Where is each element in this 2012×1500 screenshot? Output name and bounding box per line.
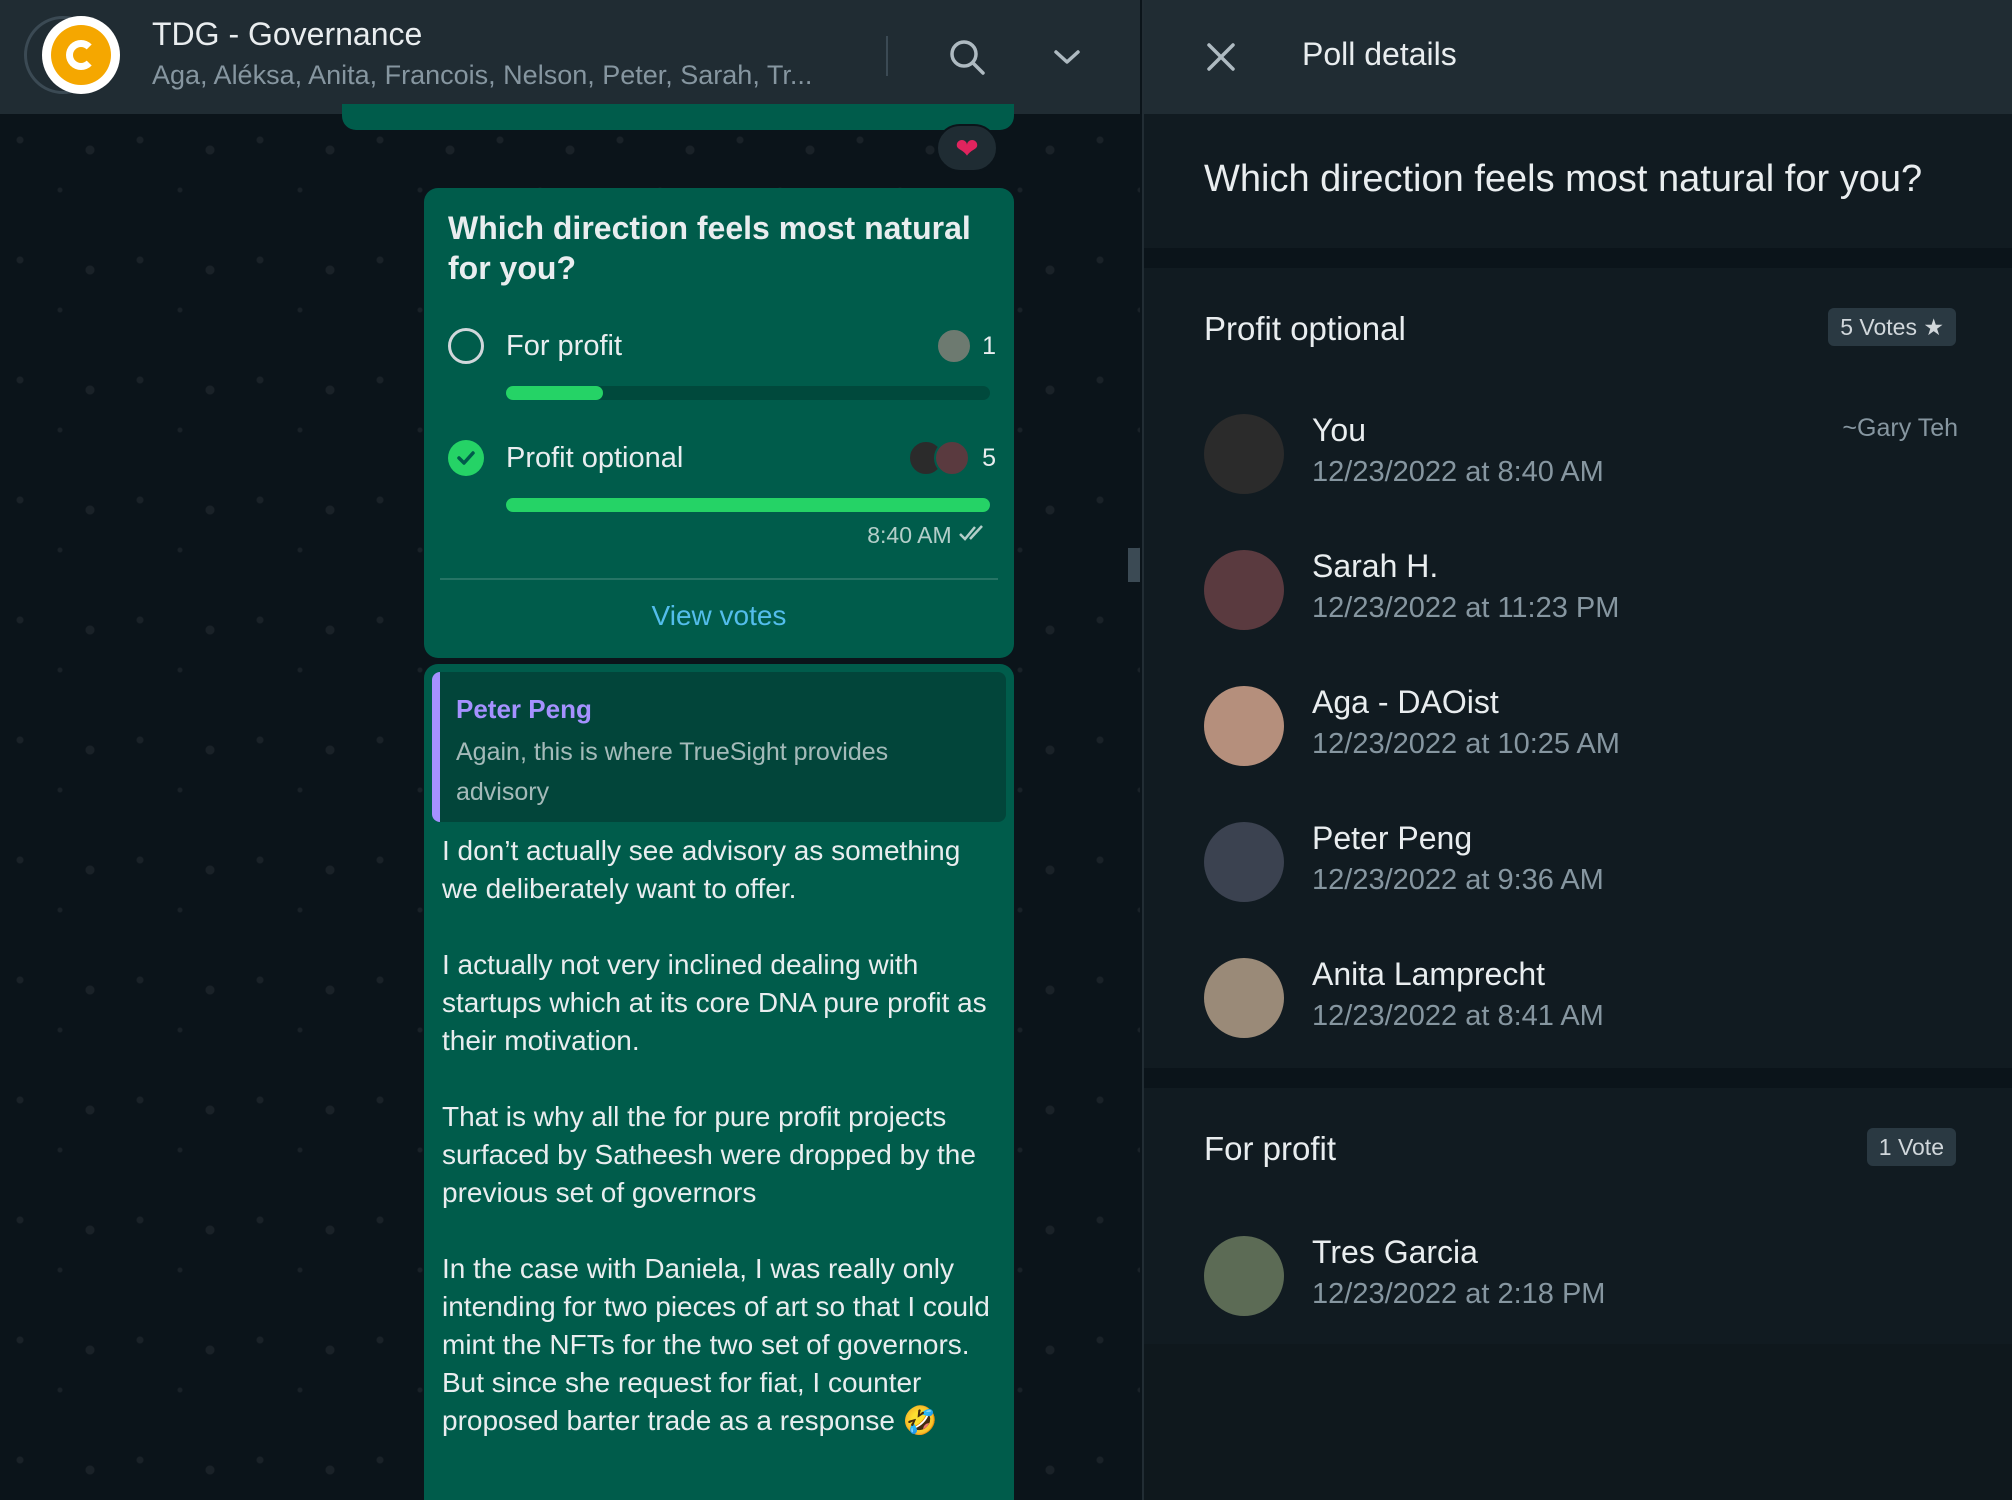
vote-section-for-profit: For profit 1 Vote Tres Garcia 12/23/2022… bbox=[1144, 1088, 2012, 1344]
vote-time: 12/23/2022 at 11:23 PM bbox=[1312, 592, 1620, 624]
radio-unchecked-icon[interactable] bbox=[448, 328, 484, 364]
heart-reaction-icon[interactable]: ❤ bbox=[936, 124, 998, 172]
vote-time: 12/23/2022 at 8:40 AM bbox=[1312, 456, 1604, 488]
avatar bbox=[1204, 822, 1284, 902]
double-check-icon bbox=[958, 522, 990, 548]
avatar bbox=[1204, 1236, 1284, 1316]
message-body: I don’t actually see advisory as somethi… bbox=[442, 832, 1002, 1478]
poll-option-bar bbox=[506, 386, 990, 400]
poll-divider bbox=[440, 578, 998, 580]
vote-count-badge: 1 Vote bbox=[1866, 1128, 1956, 1166]
quote-author: Peter Peng bbox=[456, 694, 592, 724]
chat-pane: TDG - Governance Aga, Aléksa, Anita, Fra… bbox=[0, 0, 1140, 1500]
vote-time: 12/23/2022 at 10:25 AM bbox=[1312, 728, 1620, 760]
voter-alias: ~Gary Teh bbox=[1842, 414, 1958, 442]
details-question-card: Which direction feels most natural for y… bbox=[1144, 114, 2012, 248]
message-paragraph: I actually not very inclined dealing wit… bbox=[442, 949, 987, 1056]
header-divider bbox=[886, 36, 888, 76]
quote-accent-bar bbox=[432, 672, 440, 822]
poll-option-fill bbox=[506, 386, 603, 400]
scrollbar-thumb[interactable] bbox=[1128, 548, 1140, 582]
voter-row[interactable]: Anita Lamprecht 12/23/2022 at 8:41 AM bbox=[1144, 940, 2012, 1076]
vote-time: 12/23/2022 at 9:36 AM bbox=[1312, 864, 1604, 896]
poll-question: Which direction feels most natural for y… bbox=[448, 210, 971, 286]
details-header: Poll details bbox=[1144, 0, 2012, 114]
quote-text: Again, this is where TrueSight provides … bbox=[456, 738, 889, 806]
voter-avatar bbox=[936, 328, 972, 364]
avatar bbox=[1204, 686, 1284, 766]
vote-time: 12/23/2022 at 2:18 PM bbox=[1312, 1278, 1606, 1310]
search-icon[interactable] bbox=[942, 32, 992, 82]
details-title: Poll details bbox=[1302, 36, 1457, 72]
chat-header[interactable]: TDG - Governance Aga, Aléksa, Anita, Fra… bbox=[0, 0, 1140, 114]
voter-name: Tres Garcia bbox=[1312, 1234, 1478, 1270]
voter-row[interactable]: Sarah H. 12/23/2022 at 11:23 PM bbox=[1144, 532, 2012, 668]
previous-message-bubble bbox=[342, 104, 1014, 130]
avatar bbox=[1204, 958, 1284, 1038]
details-question: Which direction feels most natural for y… bbox=[1204, 158, 1923, 200]
poll-option-fill bbox=[506, 498, 990, 512]
voter-row[interactable]: Tres Garcia 12/23/2022 at 2:18 PM bbox=[1144, 1218, 2012, 1354]
poll-details-pane: Poll details Which direction feels most … bbox=[1142, 0, 2012, 1500]
poll-option-label: Profit optional bbox=[506, 442, 684, 474]
chat-title[interactable]: TDG - Governance bbox=[152, 16, 422, 53]
check-circle-icon[interactable] bbox=[448, 440, 484, 476]
voter-row[interactable]: Aga - DAOist 12/23/2022 at 10:25 AM bbox=[1144, 668, 2012, 804]
voter-row[interactable]: You 12/23/2022 at 8:40 AM ~Gary Teh bbox=[1144, 396, 2012, 532]
message-paragraph: That is why all the for pure profit proj… bbox=[442, 1101, 976, 1208]
voter-name: You bbox=[1312, 412, 1366, 448]
poll-option-count: 5 bbox=[982, 444, 996, 472]
voter-avatar bbox=[934, 440, 970, 476]
chevron-down-icon[interactable] bbox=[1042, 32, 1092, 82]
text-message: Peter Peng Again, this is where TrueSigh… bbox=[424, 664, 1014, 1500]
section-option-name: Profit optional bbox=[1204, 310, 1406, 347]
section-option-name: For profit bbox=[1204, 1130, 1337, 1167]
vote-count-badge: 5 Votes ★ bbox=[1828, 308, 1956, 346]
voter-name: Anita Lamprecht bbox=[1312, 956, 1546, 992]
chat-members[interactable]: Aga, Aléksa, Anita, Francois, Nelson, Pe… bbox=[152, 60, 812, 91]
message-paragraph: I don’t actually see advisory as somethi… bbox=[442, 835, 961, 904]
message-paragraph: In the case with Daniela, I was really o… bbox=[442, 1253, 990, 1436]
voter-name: Sarah H. bbox=[1312, 548, 1439, 584]
voter-row[interactable]: Peter Peng 12/23/2022 at 9:36 AM bbox=[1144, 804, 2012, 940]
poll-option-label: For profit bbox=[506, 330, 623, 362]
group-logo-icon bbox=[42, 16, 120, 94]
details-empty-area bbox=[1144, 1344, 2012, 1500]
avatar bbox=[1204, 550, 1284, 630]
poll-message: Which direction feels most natural for y… bbox=[424, 188, 1014, 658]
poll-option-bar bbox=[506, 498, 990, 512]
group-avatar[interactable] bbox=[24, 16, 122, 94]
vote-section-profit-optional: Profit optional 5 Votes ★ You 12/23/2022… bbox=[1144, 268, 2012, 1068]
vote-time: 12/23/2022 at 8:41 AM bbox=[1312, 1000, 1604, 1032]
voter-name: Peter Peng bbox=[1312, 820, 1473, 856]
poll-time-text: 8:40 AM bbox=[867, 522, 952, 548]
view-votes-button[interactable]: View votes bbox=[424, 600, 1014, 632]
close-icon[interactable] bbox=[1198, 34, 1244, 80]
avatar bbox=[1204, 414, 1284, 494]
voter-name: Aga - DAOist bbox=[1312, 684, 1499, 720]
quoted-reply[interactable]: Peter Peng Again, this is where TrueSigh… bbox=[432, 672, 1006, 822]
poll-option-count: 1 bbox=[982, 332, 996, 360]
poll-timestamp: 8:40 AM bbox=[867, 522, 990, 549]
